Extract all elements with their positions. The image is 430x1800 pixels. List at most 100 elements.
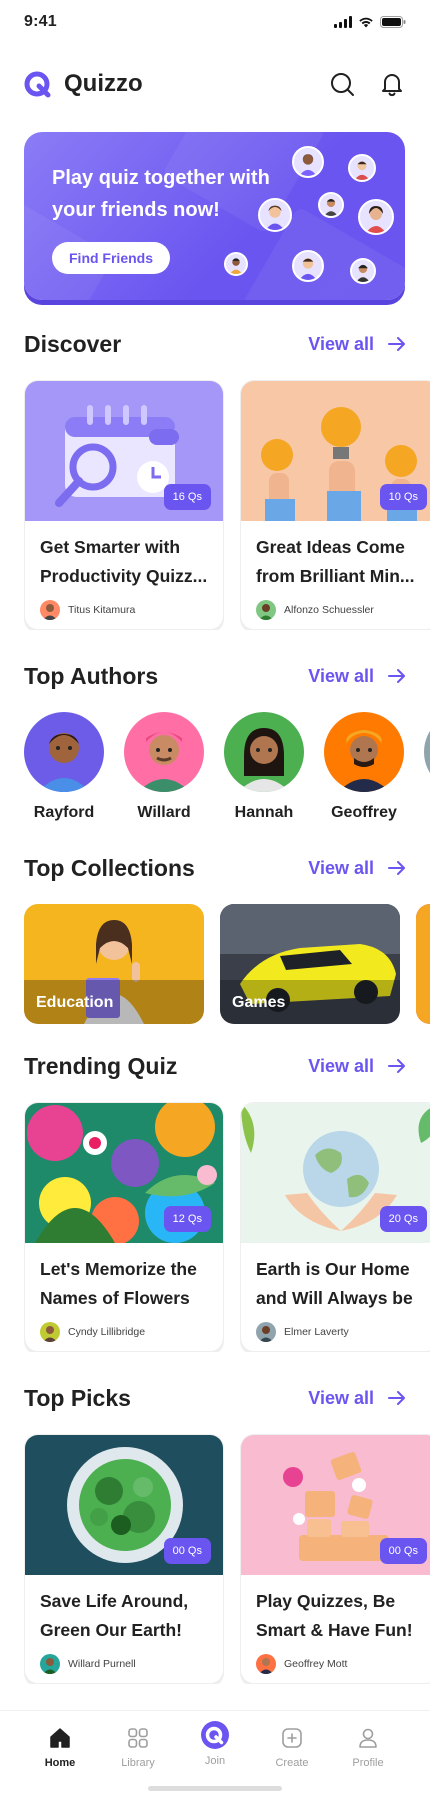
avatar [40,600,60,620]
author-item[interactable]: Rayford [24,712,104,822]
author-item[interactable]: Geoffrey [324,712,404,822]
author-item[interactable]: Willard [124,712,204,822]
collection-label: Games [232,994,286,1011]
arrow-right-icon [388,337,405,351]
author-avatar [124,712,204,792]
brand: Quizzo [24,70,143,98]
quizzo-logo-icon [24,71,51,98]
nav-label: Join [204,1755,226,1767]
view-all-link[interactable]: View all [308,334,406,355]
collections-carousel[interactable]: Education Games [24,904,430,1024]
quiz-card[interactable]: 10 Qs Great Ideas Come from Brilliant Min… [240,380,430,630]
discover-section-header: Discover View all [24,328,406,360]
author-avatar [224,712,304,792]
view-all-label: View all [308,1055,374,1076]
friend-avatar [348,154,376,182]
question-count-badge: 00 Qs [163,1538,211,1564]
question-count-badge: 12 Qs [163,1206,211,1232]
author-name: Geoffrey Mott [284,1658,348,1670]
notifications-button[interactable] [378,70,406,98]
top-authors-carousel[interactable]: Rayford Willard Hannah Geoffrey [24,712,430,827]
home-icon [50,1728,70,1748]
search-button[interactable] [328,70,356,98]
question-count-badge: 16 Qs [163,484,211,510]
view-all-link[interactable]: View all [308,1388,406,1409]
avatar [256,1654,276,1674]
friend-avatar [224,252,248,276]
section-title: Top Collections [24,854,195,881]
status-time: 9:41 [24,13,57,30]
quiz-author: Willard Purnell [40,1654,136,1674]
quiz-card[interactable]: 16 Qs Get Smarter with Productivity Quizz… [24,380,224,630]
avatar [40,1654,60,1674]
friend-avatar [350,258,376,284]
find-friends-button[interactable]: Find Friends [52,242,170,274]
avatar [256,600,276,620]
quiz-title: Get Smarter with Productivity Quizz... [40,537,208,586]
question-count-badge: 20 Qs [379,1206,427,1232]
collection-card[interactable]: Games [220,904,400,1024]
author-avatar [24,712,104,792]
author-name: Alfonzo Schuessler [284,604,374,616]
bell-icon [382,74,402,97]
quiz-title: Earth is Our Home and Will Always be [256,1259,413,1308]
author-name: Willard Purnell [68,1658,136,1670]
quiz-card[interactable]: 12 Qs Let's Memorize the Names of Flowers… [24,1102,224,1352]
app-name: Quizzo [64,70,143,97]
question-count-badge: 00 Qs [379,1538,427,1564]
nav-label: Profile [352,1757,384,1769]
top-picks-section-header: Top Picks View all [24,1382,406,1414]
nav-library[interactable]: Library [108,1725,168,1769]
collection-card[interactable] [416,904,430,1024]
friend-avatar [318,192,344,218]
arrow-right-icon [388,669,405,683]
author-avatar [324,712,404,792]
view-all-link[interactable]: View all [308,858,406,879]
banner-title: Play quiz together with your friends now… [52,167,270,221]
nav-join[interactable]: Join [185,1719,245,1767]
nav-profile[interactable]: Profile [338,1725,398,1769]
friend-avatar [292,146,324,178]
nav-label: Home [44,1757,76,1769]
status-bar: 9:41 [0,0,430,44]
quiz-author: Elmer Laverty [256,1322,349,1342]
trending-carousel[interactable]: 12 Qs Let's Memorize the Names of Flowers… [24,1102,430,1352]
nav-create[interactable]: Create [262,1725,322,1769]
author-name: Cyndy Lillibridge [68,1326,146,1338]
top-authors-section-header: Top Authors View all [24,660,406,692]
view-all-label: View all [308,665,374,686]
status-icons [334,16,406,28]
author-name: Geoffrey [331,804,397,821]
nav-home[interactable]: Home [30,1725,90,1769]
author-item[interactable]: Hannah [224,712,304,822]
collection-card[interactable]: Education [24,904,204,1024]
quiz-title: Let's Memorize the Names of Flowers [40,1259,197,1308]
view-all-link[interactable]: View all [308,666,406,687]
avatar [40,1322,60,1342]
arrow-right-icon [388,861,405,875]
quiz-card[interactable]: 00 Qs Play Quizzes, Be Smart & Have Fun! … [240,1434,430,1684]
friend-avatar [258,198,292,232]
friend-avatar [358,199,394,235]
quiz-card[interactable]: 20 Qs Earth is Our Home and Will Always b… [240,1102,430,1352]
quiz-author: Alfonzo Schuessler [256,600,374,620]
trending-quiz-section-header: Trending Quiz View all [24,1050,406,1082]
invite-friends-banner: Play quiz together with your friends now… [24,132,405,300]
quiz-author: Geoffrey Mott [256,1654,347,1674]
view-all-label: View all [308,857,374,878]
author-avatar [424,712,430,792]
profile-icon [359,1728,377,1748]
quiz-card[interactable]: 00 Qs Save Life Around, Green Our Earth! … [24,1434,224,1684]
author-name: Hannah [234,804,294,821]
quiz-author: Cyndy Lillibridge [40,1322,145,1342]
author-item[interactable] [424,712,430,792]
top-picks-carousel[interactable]: 00 Qs Save Life Around, Green Our Earth! … [24,1434,430,1684]
author-name: Elmer Laverty [284,1326,349,1338]
create-icon [282,1728,302,1748]
friend-avatar [292,250,324,282]
view-all-label: View all [308,1387,374,1408]
author-name: Rayford [33,804,95,821]
discover-carousel[interactable]: 16 Qs Get Smarter with Productivity Quizz… [24,380,430,630]
question-count-badge: 10 Qs [379,484,427,510]
view-all-link[interactable]: View all [308,1056,406,1077]
